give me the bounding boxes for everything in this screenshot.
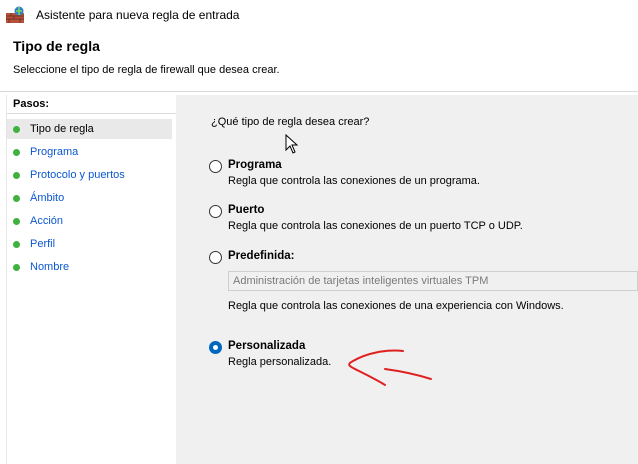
step-label: Nombre [30,261,70,273]
step-label: Tipo de regla [30,123,94,135]
window-title: Asistente para nueva regla de entrada [36,8,240,22]
steps-heading: Pasos: [7,95,176,114]
title-bar: Asistente para nueva regla de entrada [0,0,638,30]
steps-panel: Pasos: Tipo de regla Programa Protocolo … [6,95,177,464]
option-label[interactable]: Programa [228,159,282,171]
mouse-pointer-icon [285,134,299,154]
radio-puerto[interactable] [209,205,222,218]
predefined-rule-select[interactable]: Administración de tarjetas inteligentes … [228,271,638,291]
radio-programa[interactable] [209,160,222,173]
step-perfil[interactable]: Perfil [7,234,172,254]
step-label: Programa [30,146,79,158]
step-programa[interactable]: Programa [7,142,172,162]
step-label: Protocolo y puertos [30,169,125,181]
step-status-icon [13,171,20,179]
step-label: Perfil [30,238,56,250]
step-status-icon [13,263,20,271]
option-label[interactable]: Predefinida: [228,250,294,262]
steps-heading-label: Pasos: [13,98,50,110]
firewall-icon [6,6,24,23]
step-tipo-de-regla[interactable]: Tipo de regla [7,119,172,139]
step-nombre[interactable]: Nombre [7,257,172,277]
step-label: Ámbito [30,192,65,204]
option-description: Regla que controla las conexiones de un … [228,175,480,187]
step-status-icon [13,217,20,225]
red-annotation-mark [348,349,432,386]
step-status-icon [13,240,20,248]
option-label[interactable]: Puerto [228,204,264,216]
radio-predefinida[interactable] [209,251,222,264]
rule-type-question: ¿Qué tipo de regla desea crear? [211,116,370,128]
step-label: Acción [30,215,64,227]
option-label[interactable]: Personalizada [228,340,305,352]
step-accion[interactable]: Acción [7,211,172,231]
step-status-icon [13,125,20,133]
step-status-icon [13,148,20,156]
step-protocolo-y-puertos[interactable]: Protocolo y puertos [7,165,172,185]
page-header: Tipo de regla Seleccione el tipo de regl… [0,30,638,92]
step-ambito[interactable]: Ámbito [7,188,172,208]
main-content: ¿Qué tipo de regla desea crear? Programa… [176,95,638,464]
page-title: Tipo de regla [13,38,100,54]
option-description: Regla que controla las conexiones de una… [228,300,564,312]
option-description: Regla personalizada. [228,356,332,368]
radio-personalizada[interactable] [209,341,222,354]
option-description: Regla que controla las conexiones de un … [228,220,523,232]
page-subtitle: Seleccione el tipo de regla de firewall … [13,64,280,76]
step-status-icon [13,194,20,202]
